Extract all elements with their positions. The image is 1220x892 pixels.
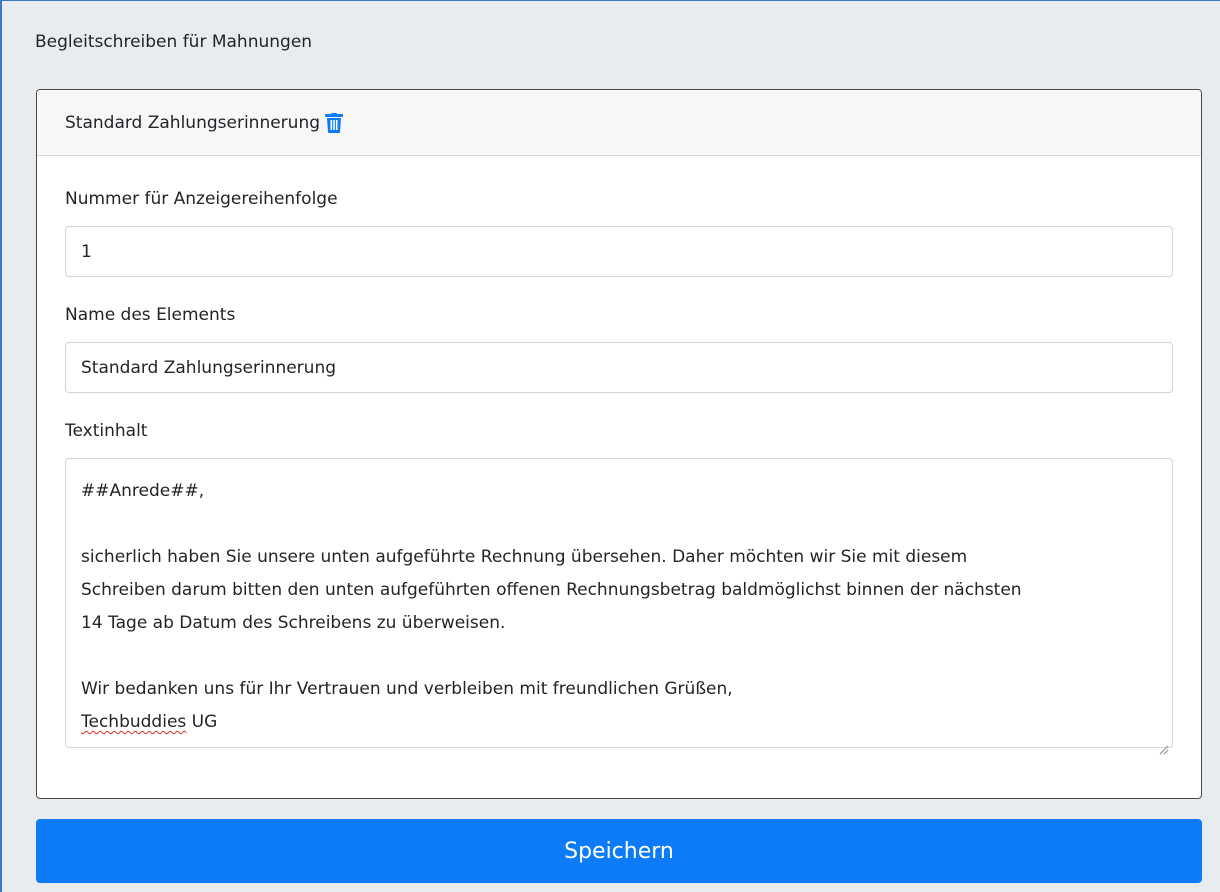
signature-line: Techbuddies UG (81, 706, 1157, 739)
page-title: Begleitschreiben für Mahnungen (35, 32, 313, 52)
name-label: Name des Elements (65, 305, 236, 325)
order-label: Nummer für Anzeigereihenfolge (65, 189, 338, 209)
card-header: Standard Zahlungserinnerung (37, 90, 1201, 156)
text-label: Textinhalt (65, 421, 148, 441)
text-line: sicherlich haben Sie unsere unten aufgef… (81, 547, 968, 567)
signature-rest: UG (186, 712, 218, 732)
text-line (81, 640, 1157, 673)
text-line: Schreiben darum bitten den unten aufgefü… (81, 580, 1022, 600)
page: Begleitschreiben für Mahnungen Standard … (0, 0, 1220, 892)
text-line: Wir bedanken uns für Ihr Vertrauen und v… (81, 679, 733, 699)
text-content-textarea[interactable]: ##Anrede##, sicherlich haben Sie unsere … (65, 458, 1173, 755)
order-value: 1 (81, 241, 92, 262)
text-line (81, 508, 1157, 541)
name-input[interactable]: Standard Zahlungserinnerung (65, 342, 1173, 393)
letter-card: Standard Zahlungserinnerung Nummer für A… (36, 89, 1202, 799)
text-line: ##Anrede##, (81, 481, 205, 501)
text-line: 14 Tage ab Datum des Schreibens zu überw… (81, 613, 506, 633)
resize-handle-icon[interactable] (1159, 734, 1169, 755)
name-value: Standard Zahlungserinnerung (81, 357, 337, 378)
trash-icon[interactable] (325, 112, 344, 133)
save-button[interactable]: Speichern (36, 819, 1202, 883)
order-input[interactable]: 1 (65, 226, 1173, 277)
spellcheck-word: Techbuddies (81, 712, 187, 732)
card-title: Standard Zahlungserinnerung (65, 112, 321, 133)
